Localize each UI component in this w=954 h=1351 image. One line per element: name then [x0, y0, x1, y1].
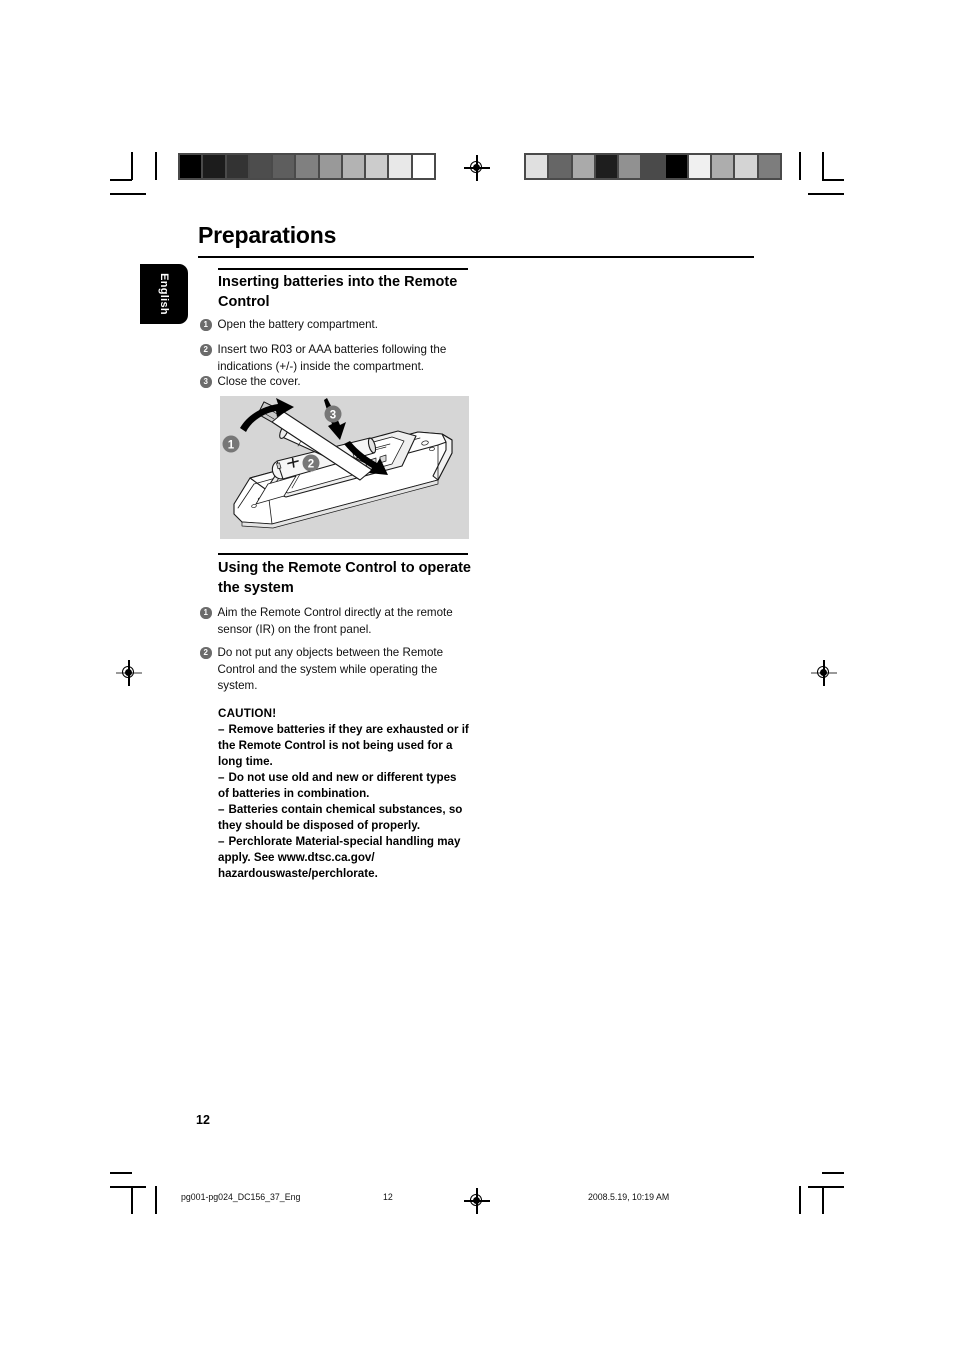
- calibration-swatch: [735, 155, 757, 178]
- step-item: 2 Insert two R03 or AAA batteries follow…: [200, 342, 466, 375]
- calibration-swatch: [203, 155, 225, 178]
- crop-mark-bottom-left-vertical-inner: [155, 1186, 157, 1214]
- registration-mark-bottom-center: [464, 1188, 490, 1214]
- step-item: 3 Close the cover.: [200, 374, 466, 391]
- print-calibration-strip-left: [178, 153, 436, 180]
- crop-mark-top-right-horizontal-inner: [808, 193, 844, 195]
- step-number-badge: 1: [200, 607, 212, 619]
- calibration-swatch: [595, 155, 618, 178]
- step-item: 1 Open the battery compartment.: [200, 317, 470, 334]
- document-page: Preparations English Inserting batteries…: [0, 0, 954, 1351]
- crop-mark-top-left-horizontal-outer: [110, 179, 132, 181]
- registration-mark-top-center: [464, 155, 490, 181]
- crop-mark-bottom-right-horizontal-outer: [808, 1186, 844, 1188]
- svg-text:2: 2: [308, 459, 314, 471]
- crop-mark-bottom-right-vertical-inner: [799, 1186, 801, 1214]
- page-number: 12: [196, 1113, 210, 1127]
- caution-dash: –: [218, 835, 225, 848]
- caution-dash: –: [218, 771, 225, 784]
- crop-mark-bottom-left-horizontal-inner: [110, 1172, 132, 1174]
- step-text: Do not put any objects between the Remot…: [217, 646, 444, 692]
- calibration-swatch: [226, 155, 248, 178]
- step-text: Close the cover.: [217, 375, 301, 388]
- calibration-swatch: [412, 155, 434, 178]
- crop-mark-top-left-vertical-inner: [155, 152, 157, 180]
- footer-page-number: 12: [383, 1192, 393, 1202]
- step-text: Aim the Remote Control directly at the r…: [217, 606, 453, 636]
- calibration-swatch: [526, 155, 548, 178]
- calibration-swatch: [342, 155, 365, 178]
- registration-mark-left-middle: [116, 660, 142, 686]
- section-heading-inserting-batteries: Inserting batteries into the Remote Cont…: [218, 274, 458, 310]
- footer-timestamp: 2008.5.19, 10:19 AM: [588, 1192, 670, 1202]
- language-tab-label: English: [158, 273, 170, 315]
- caution-item: – Remove batteries if they are exhausted …: [218, 722, 470, 770]
- calibration-swatch: [319, 155, 341, 178]
- crop-mark-top-left-horizontal-inner: [110, 193, 146, 195]
- caution-item-text: Remove batteries if they are exhausted o…: [218, 723, 469, 768]
- crop-mark-top-right-vertical-inner: [799, 152, 801, 180]
- caution-dash: –: [218, 803, 225, 816]
- crop-mark-bottom-right-vertical-outer: [822, 1186, 824, 1214]
- step-number-badge: 1: [200, 319, 212, 331]
- calibration-swatch: [549, 155, 571, 178]
- step-text: Insert two R03 or AAA batteries followin…: [217, 343, 447, 373]
- caution-item-text: Perchlorate Material-special handling ma…: [218, 835, 461, 880]
- calibration-swatch: [619, 155, 641, 178]
- crop-mark-bottom-left-horizontal-outer: [110, 1186, 146, 1188]
- step-item: 2 Do not put any objects between the Rem…: [200, 645, 460, 695]
- caution-item: – Batteries contain chemical substances, …: [218, 802, 470, 834]
- calibration-swatch: [366, 155, 388, 178]
- caution-item-text: Batteries contain chemical substances, s…: [218, 803, 463, 832]
- caution-block: CAUTION! – Remove batteries if they are e…: [218, 706, 470, 882]
- step-text: Open the battery compartment.: [217, 318, 378, 331]
- calibration-swatch: [296, 155, 318, 178]
- caution-item: – Do not use old and new or different typ…: [218, 770, 470, 802]
- crop-mark-top-right-vertical-outer: [822, 152, 824, 180]
- crop-mark-top-right-horizontal-outer: [822, 179, 844, 181]
- calibration-swatch: [389, 155, 411, 178]
- calibration-swatch: [249, 155, 272, 178]
- calibration-swatch: [572, 155, 594, 178]
- crop-mark-bottom-left-vertical-outer: [131, 1186, 133, 1214]
- section-divider-rule-2: [218, 553, 468, 555]
- calibration-swatch: [688, 155, 711, 178]
- caution-item: – Perchlorate Material-special handling m…: [218, 834, 470, 882]
- step-number-badge: 2: [200, 647, 212, 659]
- caution-item-text: Do not use old and new or different type…: [218, 771, 457, 800]
- section-divider-rule-1: [218, 268, 468, 270]
- step-item: 1 Aim the Remote Control directly at the…: [200, 605, 466, 638]
- svg-text:1: 1: [228, 440, 235, 452]
- calibration-swatch: [180, 155, 202, 178]
- caution-dash: –: [218, 723, 225, 736]
- language-tab-english: English: [140, 264, 188, 324]
- footer-file-name: pg001-pg024_DC156_37_Eng: [181, 1192, 301, 1202]
- calibration-swatch: [273, 155, 295, 178]
- title-divider-rule: [198, 256, 754, 259]
- crop-mark-bottom-right-horizontal-inner: [822, 1172, 844, 1174]
- caution-title: CAUTION!: [218, 707, 277, 720]
- step-number-badge: 2: [200, 344, 212, 356]
- remote-control-battery-diagram: 1 2 3: [220, 396, 469, 539]
- calibration-swatch: [642, 155, 664, 178]
- calibration-swatch: [665, 155, 687, 178]
- print-calibration-strip-right: [524, 153, 782, 180]
- section-heading-using-remote: Using the Remote Control to operate the …: [218, 560, 471, 596]
- svg-text:3: 3: [330, 410, 336, 422]
- calibration-swatch: [758, 155, 780, 178]
- registration-mark-right-middle: [811, 660, 837, 686]
- step-number-badge: 3: [200, 376, 212, 388]
- page-title: Preparations: [198, 222, 337, 248]
- crop-mark-top-left-vertical-outer: [131, 152, 133, 180]
- calibration-swatch: [712, 155, 734, 178]
